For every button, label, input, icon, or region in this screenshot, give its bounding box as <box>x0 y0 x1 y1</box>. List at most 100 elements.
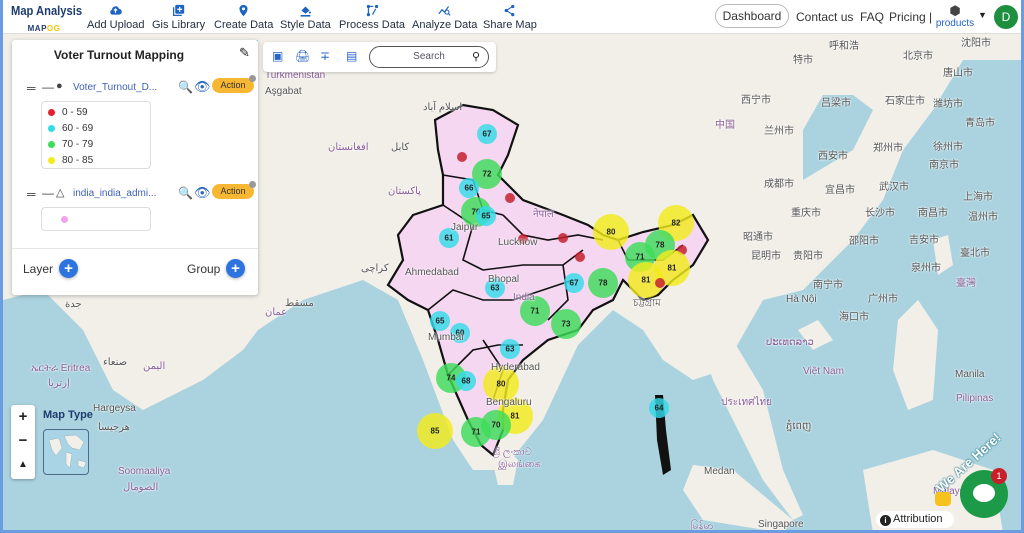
turnout-marker[interactable]: 65 <box>476 206 496 226</box>
turnout-marker[interactable]: 80 <box>593 214 629 250</box>
map-label: ශ්‍රී ලංකාව <box>493 447 532 458</box>
turnout-marker[interactable] <box>505 193 515 203</box>
share-icon <box>483 3 537 18</box>
map-label: 唐山市 <box>943 68 973 79</box>
layer-name[interactable]: india_india_admi... <box>73 188 156 199</box>
layer-row-india-admin: ═ — △ india_india_admi... 🔍 👁 Action <box>12 181 258 204</box>
layer-action-button[interactable]: Action <box>212 184 254 199</box>
print-icon[interactable]: 🖨 <box>295 49 310 63</box>
map-label: افغانستان <box>328 142 369 153</box>
map-label: 武汉市 <box>879 182 909 193</box>
zoom-out-button[interactable]: − <box>11 429 35 453</box>
turnout-marker[interactable]: 73 <box>551 309 581 339</box>
turnout-marker[interactable]: 66 <box>459 178 479 198</box>
map-label: 吉安市 <box>909 235 939 246</box>
brand-logo[interactable]: Map Analysis MAPOG <box>11 3 83 36</box>
marker-circle[interactable] <box>505 193 515 203</box>
cube-icon: ⬢ <box>949 3 961 18</box>
nav-label: Share Map <box>483 19 537 31</box>
marker-circle[interactable] <box>457 152 467 162</box>
focus-extent-icon[interactable]: ▣ <box>272 49 283 63</box>
turnout-marker[interactable] <box>457 152 467 162</box>
legend-item: 0 - 59 <box>48 107 88 118</box>
marker-circle[interactable] <box>575 252 585 262</box>
turnout-marker[interactable]: 64 <box>649 398 669 418</box>
map-label: 南昌市 <box>918 208 948 219</box>
turnout-marker[interactable]: 67 <box>564 273 584 293</box>
cloud-upload-icon <box>87 3 145 18</box>
faq-link[interactable]: FAQ <box>860 10 884 24</box>
nav-style-data[interactable]: Style Data <box>280 3 331 31</box>
turnout-marker[interactable]: 67 <box>477 124 497 144</box>
divider <box>12 248 258 249</box>
nav-create-data[interactable]: Create Data <box>214 3 273 31</box>
marker-value-label: 81 <box>668 264 677 273</box>
caret-down-icon[interactable]: ▼ <box>978 10 987 20</box>
user-avatar[interactable]: D <box>994 5 1018 29</box>
turnout-marker[interactable]: 71 <box>461 417 491 447</box>
map-label: ភ្នំពេញ <box>786 421 812 432</box>
map-label: 贵阳市 <box>793 251 823 262</box>
comment-icon[interactable]: ▤ <box>346 49 357 63</box>
visibility-eye-icon[interactable]: 👁 <box>194 79 211 95</box>
map-label: Aşgabat <box>265 86 302 97</box>
zoom-to-layer-icon[interactable]: 🔍 <box>178 80 193 94</box>
nav-share-map[interactable]: Share Map <box>483 3 537 31</box>
layer-status-dot <box>249 181 256 188</box>
edit-pencil-icon[interactable]: ✎ <box>239 45 250 61</box>
drag-handle-icon[interactable]: ═ <box>27 81 35 95</box>
dashboard-button[interactable]: Dashboard <box>715 4 789 28</box>
drag-handle-icon[interactable]: ═ <box>27 187 35 201</box>
map-label: ประเทศไทย <box>721 397 772 408</box>
turnout-marker[interactable] <box>558 233 568 243</box>
marker-value-label: 71 <box>636 253 645 262</box>
visibility-eye-icon[interactable]: 👁 <box>194 185 211 201</box>
map-label: 呼和浩 <box>829 41 859 52</box>
contact-us-link[interactable]: Contact us <box>796 10 853 24</box>
turnout-marker[interactable]: 63 <box>500 339 520 359</box>
marker-circle[interactable] <box>558 233 568 243</box>
add-group-button[interactable]: + <box>226 259 245 278</box>
nav-gis-library[interactable]: Gis Library <box>152 3 205 31</box>
marker-value-label: 78 <box>599 279 608 288</box>
map-label: Manila <box>955 369 985 380</box>
map-label: 邵阳市 <box>849 236 879 247</box>
add-layer-button[interactable]: + <box>59 259 78 278</box>
location-pin-icon <box>214 3 273 18</box>
marker-value-label: 64 <box>655 404 664 413</box>
brand-title: Map Analysis <box>11 3 83 18</box>
zoom-in-button[interactable]: + <box>11 405 35 429</box>
turnout-marker[interactable] <box>655 278 665 288</box>
map-search-input[interactable]: Search ⚲ <box>369 46 489 68</box>
marker-circle[interactable] <box>655 278 665 288</box>
turnout-marker[interactable]: 85 <box>417 413 453 449</box>
collapse-icon[interactable]: — <box>42 186 54 200</box>
turnout-marker[interactable]: 68 <box>456 371 476 391</box>
pricing-link[interactable]: Pricing | <box>889 10 932 24</box>
map-label: 臺北市 <box>960 248 990 259</box>
turnout-marker[interactable]: 78 <box>588 268 618 298</box>
layer-name[interactable]: Voter_Turnout_D... <box>73 82 157 93</box>
legend-item: 80 - 85 <box>48 155 93 166</box>
layer-action-button[interactable]: Action <box>212 78 254 93</box>
products-menu[interactable]: ⬢ products <box>935 3 975 29</box>
zoom-to-layer-icon[interactable]: 🔍 <box>178 186 193 200</box>
marker-value-label: 67 <box>570 279 579 288</box>
polygon-layer-icon: △ <box>56 187 65 199</box>
nav-add-upload[interactable]: Add Upload <box>87 3 145 31</box>
map-label: Mumbai <box>428 332 464 343</box>
nav-process-data[interactable]: Process Data <box>339 3 405 31</box>
reset-north-button[interactable]: ▲ <box>11 453 35 477</box>
map-label: جدة <box>65 299 82 310</box>
map-label: Việt Nam <box>803 366 844 377</box>
attribution-button[interactable]: i Attribution <box>876 511 954 528</box>
nav-analyze-data[interactable]: Analyze Data <box>412 3 477 31</box>
search-icon[interactable]: ⚲ <box>472 47 480 67</box>
map-type-thumbnail[interactable] <box>43 429 89 475</box>
measure-icon[interactable]: ∓ <box>320 49 330 63</box>
collapse-icon[interactable]: — <box>42 80 54 94</box>
marker-value-label: 81 <box>642 276 651 285</box>
turnout-marker[interactable]: 65 <box>430 311 450 331</box>
turnout-marker[interactable] <box>575 252 585 262</box>
marker-value-label: 80 <box>497 380 506 389</box>
